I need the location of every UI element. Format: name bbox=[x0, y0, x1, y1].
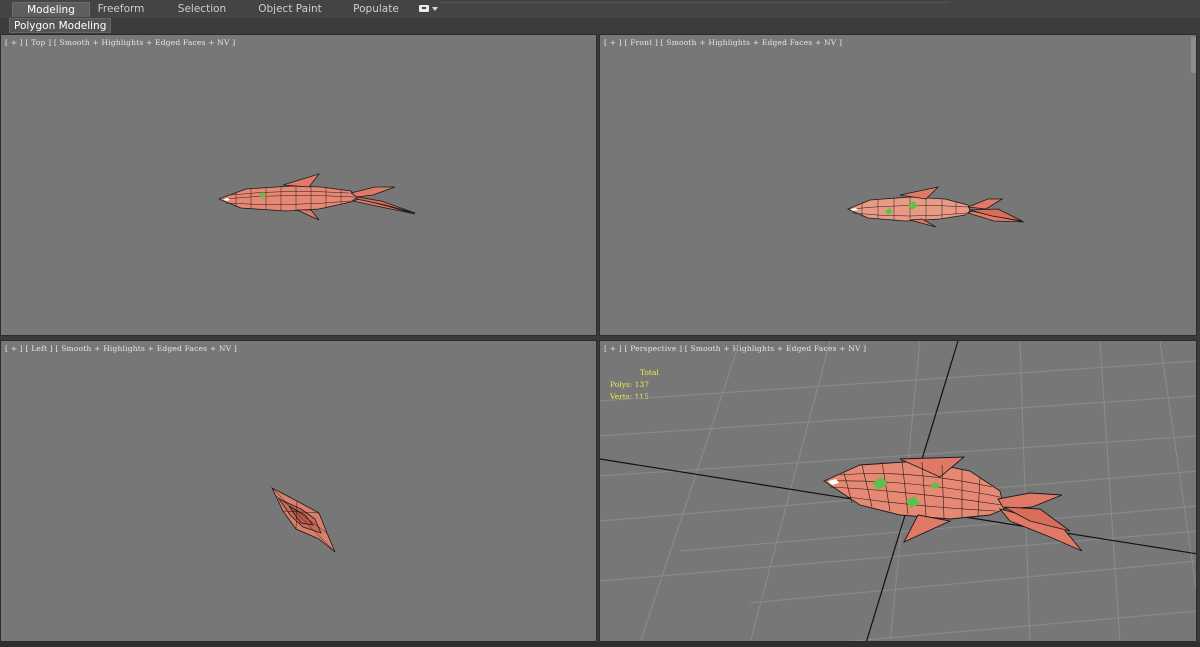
fish-mesh-left bbox=[271, 487, 336, 553]
ribbon-panel: Polygon Modeling bbox=[0, 18, 1200, 33]
viewport-perspective[interactable]: [ + ] [ Perspective ] [ Smooth + Highlig… bbox=[599, 340, 1197, 642]
fish-mesh-perspective bbox=[823, 456, 1083, 552]
menu-dropdown-icon[interactable] bbox=[418, 4, 440, 15]
status-bar bbox=[0, 642, 1200, 647]
panel-label-polygon-modeling[interactable]: Polygon Modeling bbox=[9, 18, 112, 33]
tab-freeform[interactable]: Freeform bbox=[92, 2, 150, 17]
ribbon-divider bbox=[440, 2, 950, 3]
viewport-front[interactable]: [ + ] [ Front ] [ Smooth + Highlights + … bbox=[599, 34, 1197, 336]
tab-populate[interactable]: Populate bbox=[348, 2, 404, 17]
ribbon-tab-bar: Modeling Freeform Selection Object Paint… bbox=[0, 0, 1200, 19]
tab-object-paint[interactable]: Object Paint bbox=[254, 2, 326, 17]
viewport-top[interactable]: [ + ] [ Top ] [ Smooth + Highlights + Ed… bbox=[0, 34, 597, 336]
tab-selection[interactable]: Selection bbox=[172, 2, 232, 17]
perspective-scene bbox=[600, 341, 1196, 641]
viewport-left[interactable]: [ + ] [ Left ] [ Smooth + Highlights + E… bbox=[0, 340, 597, 642]
fish-mesh-top bbox=[217, 173, 416, 221]
tab-modeling[interactable]: Modeling bbox=[12, 2, 90, 17]
fish-mesh-front bbox=[846, 186, 1025, 228]
